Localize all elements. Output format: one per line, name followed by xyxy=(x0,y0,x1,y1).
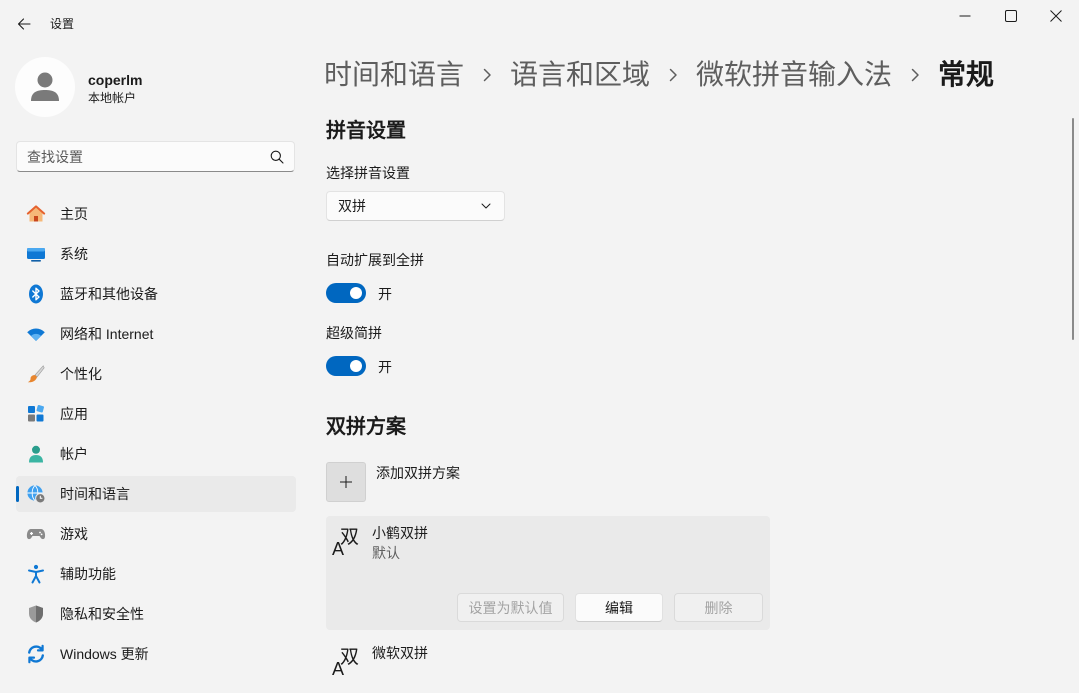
sidebar-item-label: 游戏 xyxy=(60,526,88,542)
scheme-name: 微软双拼 xyxy=(372,645,428,661)
plus-icon xyxy=(340,476,352,488)
scrollbar-thumb[interactable] xyxy=(1072,118,1074,340)
chevron-right-icon xyxy=(911,68,919,82)
sidebar-item-label: 主页 xyxy=(60,206,88,222)
windows-update-icon xyxy=(28,644,44,664)
account-type: 本地帐户 xyxy=(88,91,137,105)
delete-button: 删除 xyxy=(674,593,763,622)
breadcrumb-microsoft-pinyin[interactable]: 微软拼音输入法 xyxy=(696,55,892,95)
close-button[interactable] xyxy=(1033,0,1079,32)
sidebar-item-personalization[interactable]: 个性化 xyxy=(16,356,296,392)
add-shuangpin-scheme-button[interactable]: 添加双拼方案 xyxy=(326,462,476,502)
close-icon xyxy=(1050,10,1062,22)
dropdown-value: 双拼 xyxy=(338,198,366,214)
search-box xyxy=(16,141,295,172)
sidebar-item-label: 蓝牙和其他设备 xyxy=(60,286,158,302)
system-icon xyxy=(27,248,45,262)
scheme-row-microsoft[interactable]: 双 A 微软双拼 xyxy=(326,636,770,693)
maximize-icon xyxy=(1005,10,1017,22)
sidebar-item-label: 辅助功能 xyxy=(60,566,116,582)
auto-expand-toggle[interactable] xyxy=(326,283,366,303)
sidebar-item-label: 网络和 Internet xyxy=(60,326,154,342)
accessibility-icon xyxy=(28,564,44,584)
chevron-right-icon xyxy=(669,68,677,82)
super-abbrev-toggle[interactable] xyxy=(326,356,366,376)
minimize-icon xyxy=(959,15,971,17)
search-icon[interactable] xyxy=(270,150,284,164)
sidebar-item-system[interactable]: 系统 xyxy=(16,236,296,272)
breadcrumb: 时间和语言 语言和区域 微软拼音输入法 常规 xyxy=(324,55,994,95)
home-icon xyxy=(26,205,46,222)
back-button[interactable] xyxy=(8,8,40,40)
sidebar-item-network[interactable]: 网络和 Internet xyxy=(16,316,296,352)
breadcrumb-time-language[interactable]: 时间和语言 xyxy=(324,55,464,95)
add-scheme-square[interactable] xyxy=(326,462,366,502)
sidebar-item-label: 应用 xyxy=(60,406,88,422)
sidebar-item-time-language[interactable]: 时间和语言 xyxy=(16,476,296,512)
scheme-card-xiaohe[interactable]: 双 A 小鹤双拼 默认 设置为默认值 编辑 删除 xyxy=(326,516,770,630)
wifi-icon xyxy=(27,328,45,341)
auto-expand-state: 开 xyxy=(378,286,392,302)
pinyin-mode-label: 选择拼音设置 xyxy=(326,165,410,181)
window-title: 设置 xyxy=(50,17,75,31)
bluetooth-icon xyxy=(29,284,43,304)
add-scheme-label: 添加双拼方案 xyxy=(376,465,460,481)
sidebar-item-label: Windows 更新 xyxy=(60,646,149,662)
chevron-right-icon xyxy=(483,68,491,82)
sidebar-item-label: 个性化 xyxy=(60,366,102,382)
search-input[interactable] xyxy=(17,142,267,171)
sidebar-item-label: 隐私和安全性 xyxy=(60,606,144,622)
sidebar-item-label: 时间和语言 xyxy=(60,486,130,502)
avatar[interactable] xyxy=(15,57,75,117)
sidebar-item-windows-update[interactable]: Windows 更新 xyxy=(16,636,296,672)
shuangpin-heading: 双拼方案 xyxy=(326,416,406,438)
super-abbrev-state: 开 xyxy=(378,359,392,375)
brush-icon xyxy=(27,365,45,383)
ime-scheme-icon: 双 A xyxy=(330,526,362,560)
scheme-status: 默认 xyxy=(372,545,400,561)
ime-scheme-icon-glyph: A xyxy=(332,539,345,559)
minimize-button[interactable] xyxy=(942,0,988,32)
back-arrow-icon xyxy=(17,18,31,30)
ime-scheme-icon: 双 A xyxy=(330,646,362,680)
sidebar-item-accounts[interactable]: 帐户 xyxy=(16,436,296,472)
page-title: 常规 xyxy=(938,59,995,90)
sidebar-item-bluetooth[interactable]: 蓝牙和其他设备 xyxy=(16,276,296,312)
pinyin-settings-heading: 拼音设置 xyxy=(326,120,406,142)
pinyin-mode-dropdown[interactable]: 双拼 xyxy=(326,191,505,221)
set-default-button: 设置为默认值 xyxy=(457,593,564,622)
selection-indicator xyxy=(16,486,19,502)
sidebar-item-label: 帐户 xyxy=(60,446,88,462)
scheme-name: 小鹤双拼 xyxy=(372,525,428,541)
ime-scheme-icon-glyph: A xyxy=(332,659,345,679)
person-icon xyxy=(31,72,59,101)
toggle-knob xyxy=(350,287,362,299)
sidebar-item-privacy[interactable]: 隐私和安全性 xyxy=(16,596,296,632)
shield-icon xyxy=(29,605,43,623)
sidebar-item-accessibility[interactable]: 辅助功能 xyxy=(16,556,296,592)
sidebar-nav: 主页 系统 蓝牙和其他设备 网络和 Internet 个性化 应用 帐户 时间和… xyxy=(16,196,296,676)
user-name: coperlm xyxy=(88,72,143,88)
account-icon xyxy=(29,445,43,463)
super-abbrev-label: 超级简拼 xyxy=(326,325,382,341)
toggle-knob xyxy=(350,360,362,372)
chevron-down-icon xyxy=(481,203,491,209)
sidebar-item-home[interactable]: 主页 xyxy=(16,196,296,232)
edit-button[interactable]: 编辑 xyxy=(575,593,663,622)
maximize-button[interactable] xyxy=(988,0,1034,32)
breadcrumb-language-region[interactable]: 语言和区域 xyxy=(510,55,650,95)
sidebar-item-label: 系统 xyxy=(60,246,88,262)
auto-expand-label: 自动扩展到全拼 xyxy=(326,252,424,268)
gamepad-icon xyxy=(26,529,46,540)
sidebar-item-apps[interactable]: 应用 xyxy=(16,396,296,432)
time-language-icon xyxy=(27,485,46,504)
sidebar-item-gaming[interactable]: 游戏 xyxy=(16,516,296,552)
apps-icon xyxy=(28,404,45,422)
